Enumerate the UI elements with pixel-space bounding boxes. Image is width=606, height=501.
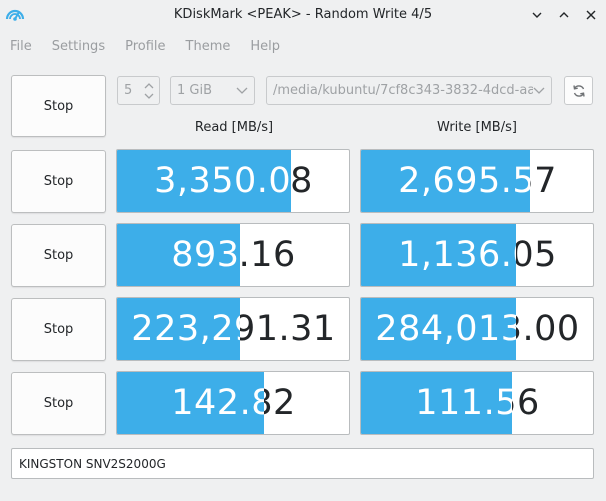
benchmark-panel: Stop 5 1 GiB /media/kubuntu/7cf8c343-383…: [0, 62, 606, 501]
size-select[interactable]: 1 GiB: [170, 76, 255, 105]
path-value: /media/kubuntu/7cf8c343-3832-4dcd-aa: [273, 83, 533, 98]
row4-read-bar: 142.82: [117, 372, 265, 434]
row3-read-cell: 223,291.31 223,291.31: [116, 297, 350, 361]
runs-spinbox[interactable]: 5: [117, 76, 160, 105]
read-header: Read [MB/s]: [194, 120, 274, 135]
row1-read-bar: 3,350.08: [117, 150, 291, 212]
row1-write-cell: 2,695.57 2,695.57: [360, 149, 594, 213]
menu-bar: File Settings Profile Theme Help: [0, 36, 290, 58]
refresh-button[interactable]: [564, 76, 593, 105]
row4-read-cell: 142.82 142.82: [116, 371, 350, 435]
row2-stop-button[interactable]: Stop: [11, 224, 106, 287]
menu-settings[interactable]: Settings: [42, 36, 115, 58]
chevron-down-icon: [236, 87, 248, 94]
close-icon[interactable]: [582, 6, 600, 24]
write-header: Write [MB/s]: [437, 120, 517, 135]
window-title: KDiskMark <PEAK> - Random Write 4/5: [173, 7, 433, 22]
row3-write-cell: 284,013.00 284,013.00: [360, 297, 594, 361]
row4-stop-button[interactable]: Stop: [11, 372, 106, 435]
row2-write-bar: 1,136.05: [361, 224, 517, 286]
title-bar: KDiskMark <PEAK> - Random Write 4/5: [0, 0, 606, 32]
minimize-icon[interactable]: [528, 6, 546, 24]
runs-value: 5: [124, 83, 133, 98]
menu-file[interactable]: File: [0, 36, 42, 58]
device-info-field: KINGSTON SNV2S2000G: [11, 448, 594, 479]
menu-profile[interactable]: Profile: [115, 36, 175, 58]
row2-write-cell: 1,136.05 1,136.05: [360, 223, 594, 287]
row4-write-bar: 111.56: [361, 372, 512, 434]
refresh-icon: [572, 84, 585, 97]
chevron-down-icon: [533, 87, 545, 94]
path-select[interactable]: /media/kubuntu/7cf8c343-3832-4dcd-aa: [266, 76, 552, 105]
maximize-icon[interactable]: [555, 6, 573, 24]
spin-arrows-icon: [144, 83, 154, 99]
stop-all-button[interactable]: Stop: [11, 75, 106, 137]
menu-help[interactable]: Help: [240, 36, 290, 58]
row3-stop-button[interactable]: Stop: [11, 298, 106, 361]
row3-read-bar: 223,291.31: [117, 298, 240, 360]
row2-read-cell: 893.16 893.16: [116, 223, 350, 287]
row1-stop-button[interactable]: Stop: [11, 150, 106, 213]
row1-read-cell: 3,350.08 3,350.08: [116, 149, 350, 213]
menu-theme[interactable]: Theme: [176, 36, 241, 58]
row3-write-bar: 284,013.00: [361, 298, 517, 360]
row4-write-cell: 111.56 111.56: [360, 371, 594, 435]
row1-write-bar: 2,695.57: [361, 150, 531, 212]
row2-read-bar: 893.16: [117, 224, 240, 286]
size-value: 1 GiB: [177, 83, 213, 98]
